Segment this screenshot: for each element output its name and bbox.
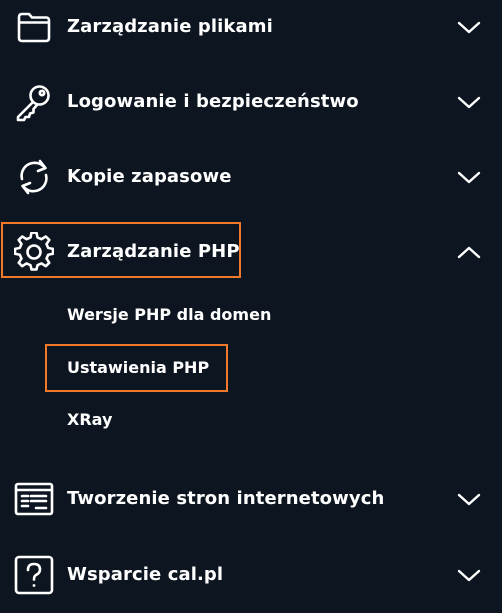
- chevron-down-icon[interactable]: [456, 15, 482, 39]
- menu-item-php-management[interactable]: Zarządzanie PHP: [0, 222, 502, 282]
- menu-item-label: Kopie zapasowe: [67, 166, 232, 187]
- gear-icon: [14, 232, 54, 272]
- chevron-down-icon[interactable]: [456, 563, 482, 587]
- menu-item-label: Logowanie i bezpieczeństwo: [67, 91, 359, 112]
- chevron-down-icon[interactable]: [456, 165, 482, 189]
- menu-item-label: Wsparcie cal.pl: [67, 564, 224, 585]
- refresh-icon: [14, 157, 54, 197]
- folder-icon: [14, 7, 54, 47]
- chevron-up-icon[interactable]: [456, 240, 482, 264]
- menu-item-label: Zarządzanie PHP: [67, 241, 240, 262]
- menu-item-login-security[interactable]: Logowanie i bezpieczeństwo: [0, 72, 502, 132]
- menu-item-support[interactable]: Wsparcie cal.pl: [0, 545, 502, 605]
- chevron-down-icon[interactable]: [456, 487, 482, 511]
- menu-item-website-builder[interactable]: Tworzenie stron internetowych: [0, 469, 502, 529]
- website-builder-icon: [14, 479, 54, 519]
- menu-item-label: Zarządzanie plikami: [67, 16, 273, 37]
- menu-item-label: Tworzenie stron internetowych: [67, 488, 385, 509]
- menu-item-file-management[interactable]: Zarządzanie plikami: [0, 0, 502, 57]
- chevron-down-icon[interactable]: [456, 90, 482, 114]
- submenu-item-xray[interactable]: XRay: [67, 405, 112, 435]
- submenu-item-php-settings[interactable]: Ustawienia PHP: [67, 353, 209, 383]
- submenu-item-php-versions[interactable]: Wersje PHP dla domen: [67, 300, 271, 330]
- help-icon: [14, 555, 54, 595]
- menu-item-backups[interactable]: Kopie zapasowe: [0, 147, 502, 207]
- key-icon: [14, 82, 54, 122]
